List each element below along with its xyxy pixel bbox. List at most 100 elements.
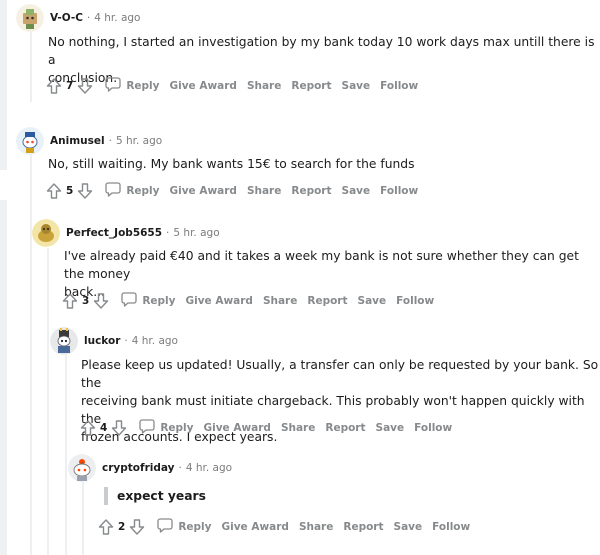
comment-header: Animusel · 5 hr. ago [16, 126, 162, 156]
comment-bubble-icon [121, 291, 137, 311]
upvote-icon[interactable] [98, 518, 114, 536]
comment-text-line: I've already paid €40 and it takes a wee… [64, 249, 579, 281]
save-button[interactable]: Save [342, 80, 371, 92]
snoo-avatar-icon[interactable] [50, 327, 78, 355]
comment: Perfect_Job5655 · 5 hr. ago I've already… [32, 218, 600, 313]
report-button[interactable]: Report [343, 521, 383, 533]
give-award-button[interactable]: Give Award [203, 422, 270, 434]
comment-timestamp[interactable]: 4 hr. ago [94, 12, 140, 24]
vote-count: 4 [100, 422, 108, 434]
reply-button[interactable]: Reply [139, 418, 193, 438]
comment-timestamp[interactable]: 4 hr. ago [132, 335, 178, 347]
comment-author[interactable]: V-O-C [50, 12, 83, 24]
report-button[interactable]: Report [291, 185, 331, 197]
separator: · [178, 462, 182, 474]
vote-count: 7 [66, 80, 74, 92]
reply-label: Reply [126, 80, 160, 92]
comment: luckor · 4 hr. ago Please keep us update… [50, 326, 600, 444]
comment: cryptofriday · 4 hr. ago expect years 2 … [68, 453, 600, 555]
thread-line[interactable] [30, 152, 32, 555]
reply-label: Reply [178, 521, 212, 533]
downvote-icon[interactable] [129, 518, 145, 536]
thread-edge [0, 0, 7, 170]
downvote-icon[interactable] [93, 292, 109, 310]
comment-body: No, still waiting. My bank wants 15€ to … [48, 155, 415, 173]
vote-count: 5 [66, 185, 74, 197]
comment-header: cryptofriday · 4 hr. ago [68, 453, 232, 483]
share-button[interactable]: Share [247, 80, 281, 92]
reply-button[interactable]: Reply [105, 76, 159, 96]
separator: · [108, 135, 112, 147]
reply-label: Reply [126, 185, 160, 197]
follow-button[interactable]: Follow [380, 185, 418, 197]
reply-button[interactable]: Reply [157, 517, 211, 537]
give-award-button[interactable]: Give Award [221, 521, 288, 533]
report-button[interactable]: Report [307, 295, 347, 307]
save-button[interactable]: Save [394, 521, 423, 533]
comment-timestamp[interactable]: 4 hr. ago [186, 462, 232, 474]
comment-author[interactable]: Perfect_Job5655 [66, 227, 162, 239]
upvote-icon[interactable] [46, 182, 62, 200]
share-button[interactable]: Share [299, 521, 333, 533]
give-award-button[interactable]: Give Award [169, 185, 236, 197]
report-button[interactable]: Report [291, 80, 331, 92]
separator: · [86, 12, 91, 24]
comment-actions: 3 Reply Give Award Share Report Save Fol… [62, 291, 434, 311]
share-button[interactable]: Share [247, 185, 281, 197]
comment-actions: 4 Reply Give Award Share Report Save Fol… [80, 418, 452, 438]
give-award-button[interactable]: Give Award [185, 295, 252, 307]
comment-actions: 7 Reply Give Award Share Report Save Fol… [46, 76, 418, 96]
snoo-avatar-icon[interactable] [68, 454, 96, 482]
downvote-icon[interactable] [77, 77, 93, 95]
comment-bubble-icon [157, 517, 173, 537]
upvote-icon[interactable] [46, 77, 62, 95]
upvote-icon[interactable] [62, 292, 78, 310]
comment-bubble-icon [105, 181, 121, 201]
snoo-avatar-icon[interactable] [32, 219, 60, 247]
upvote-icon[interactable] [80, 419, 96, 437]
snoo-avatar-icon[interactable] [16, 4, 44, 32]
comment-bubble-icon [105, 76, 121, 96]
separator: · [124, 335, 128, 347]
reply-button[interactable]: Reply [105, 181, 159, 201]
comment-actions: 2 Reply Give Award Share Report Save Fol… [98, 517, 470, 537]
reply-label: Reply [160, 422, 194, 434]
quote-text: expect years [117, 489, 206, 503]
save-button[interactable]: Save [376, 422, 405, 434]
comment-header: luckor · 4 hr. ago [50, 326, 178, 356]
follow-button[interactable]: Follow [414, 422, 452, 434]
follow-button[interactable]: Follow [432, 521, 470, 533]
save-button[interactable]: Save [358, 295, 387, 307]
comment-text-line: No, still waiting. My bank wants 15€ to … [48, 157, 415, 171]
comment-header: V-O-C · 4 hr. ago [16, 3, 140, 33]
downvote-icon[interactable] [111, 419, 127, 437]
give-award-button[interactable]: Give Award [169, 80, 236, 92]
comment-author[interactable]: Animusel [50, 135, 105, 147]
share-button[interactable]: Share [281, 422, 315, 434]
comment-timestamp[interactable]: 5 hr. ago [173, 227, 219, 239]
follow-button[interactable]: Follow [380, 80, 418, 92]
report-button[interactable]: Report [325, 422, 365, 434]
comment: V-O-C · 4 hr. ago No nothing, I started … [16, 3, 600, 98]
reply-button[interactable]: Reply [121, 291, 175, 311]
comment-author[interactable]: cryptofriday [102, 462, 174, 474]
comment: Animusel · 5 hr. ago No, still waiting. … [16, 126, 600, 201]
follow-button[interactable]: Follow [396, 295, 434, 307]
comment-author[interactable]: luckor [84, 335, 120, 347]
comment-actions: 5 Reply Give Award Share Report Save Fol… [46, 181, 418, 201]
reply-label: Reply [142, 295, 176, 307]
vote-count: 2 [118, 521, 126, 533]
blockquote: expect years [104, 487, 206, 505]
save-button[interactable]: Save [342, 185, 371, 197]
vote-count: 3 [82, 295, 90, 307]
separator: · [166, 227, 170, 239]
snoo-avatar-icon[interactable] [16, 127, 44, 155]
comment-timestamp[interactable]: 5 hr. ago [116, 135, 162, 147]
thread-edge [0, 200, 7, 555]
share-button[interactable]: Share [263, 295, 297, 307]
comment-text-line: Please keep us updated! Usually, a trans… [81, 358, 599, 390]
comment-text-line: No nothing, I started an investigation b… [48, 35, 595, 67]
comment-header: Perfect_Job5655 · 5 hr. ago [32, 218, 220, 248]
downvote-icon[interactable] [77, 182, 93, 200]
comment-bubble-icon [139, 418, 155, 438]
